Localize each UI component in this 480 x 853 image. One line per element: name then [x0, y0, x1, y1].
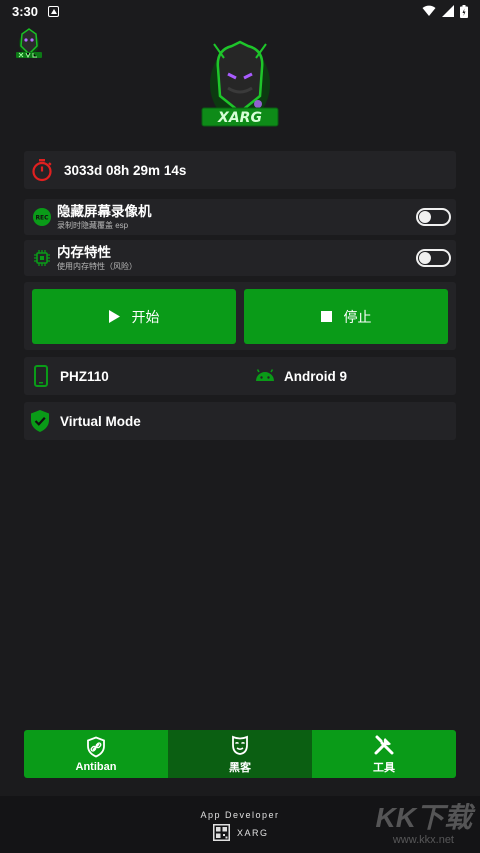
status-bar: 3:30 [0, 0, 480, 22]
nav-tools[interactable]: 工具 [312, 730, 456, 778]
signal-icon [442, 5, 454, 17]
hide-recorder-toggle[interactable] [416, 208, 451, 226]
toggle-knob [419, 252, 431, 264]
app-logo: XARG [198, 38, 282, 134]
android-icon [256, 369, 274, 381]
hide-recorder-row: REC 隐藏屏幕录像机 录制时隐藏覆盖 esp [24, 199, 456, 235]
hide-recorder-subtitle: 录制时隐藏覆盖 esp [57, 220, 129, 230]
stop-button[interactable]: 停止 [244, 289, 448, 344]
stop-icon [320, 311, 332, 322]
status-icons [422, 4, 468, 18]
tools-icon [374, 735, 394, 754]
notification-icon [48, 5, 60, 17]
watermark-url: www.kkx.net [392, 834, 454, 846]
uptime-value: 3033d 08h 29m 14s [64, 162, 187, 178]
mode-card: Virtual Mode [24, 402, 456, 440]
start-label: 开始 [131, 308, 160, 325]
mask-icon [232, 735, 248, 755]
wifi-icon [422, 5, 436, 16]
memory-feature-row: 内存特性 使用内存特性（风险） [24, 240, 456, 276]
android-version: Android 9 [284, 369, 347, 384]
bottom-nav: Antiban 黑客 工具 [24, 730, 456, 778]
battery-icon [460, 4, 468, 18]
hide-recorder-title: 隐藏屏幕录像机 [57, 203, 152, 219]
nav-hacker-label: 黑客 [229, 761, 251, 774]
watermark-logo: KK下载 [375, 802, 472, 833]
play-icon [108, 310, 120, 323]
action-panel: 开始 停止 [24, 282, 456, 350]
qr-icon [213, 824, 230, 841]
nav-antiban[interactable]: Antiban [24, 730, 168, 778]
app-logo-small [16, 28, 42, 59]
start-button[interactable]: 开始 [32, 289, 236, 344]
memory-feature-toggle[interactable] [416, 249, 451, 267]
device-model: PHZ110 [60, 369, 109, 384]
mode-label: Virtual Mode [60, 413, 141, 429]
status-time: 3:30 [12, 3, 39, 19]
stopwatch-icon [32, 159, 52, 182]
developer-brand: XARG [213, 824, 269, 841]
memory-feature-title: 内存特性 [57, 244, 111, 260]
rec-icon: REC [33, 208, 51, 226]
shield-check-icon [31, 410, 49, 432]
uptime-card: 3033d 08h 29m 14s [24, 151, 456, 189]
memory-feature-subtitle: 使用内存特性（风险） [57, 261, 137, 271]
device-info-card: PHZ110 Android 9 [24, 357, 456, 395]
nav-tools-label: 工具 [373, 761, 395, 774]
nav-antiban-label: Antiban [75, 760, 117, 773]
toggle-knob [419, 211, 431, 223]
logo-text: XARG [217, 110, 262, 126]
svg-text:REC: REC [35, 215, 49, 222]
developer-name: XARG [237, 827, 269, 838]
phone-icon [34, 365, 48, 387]
footer: App Developer XARG KK下载 www.kkx.net [0, 796, 480, 853]
stop-label: 停止 [343, 308, 372, 325]
shield-link-icon [87, 736, 105, 757]
chip-icon [34, 250, 50, 266]
nav-hacker[interactable]: 黑客 [168, 730, 312, 778]
